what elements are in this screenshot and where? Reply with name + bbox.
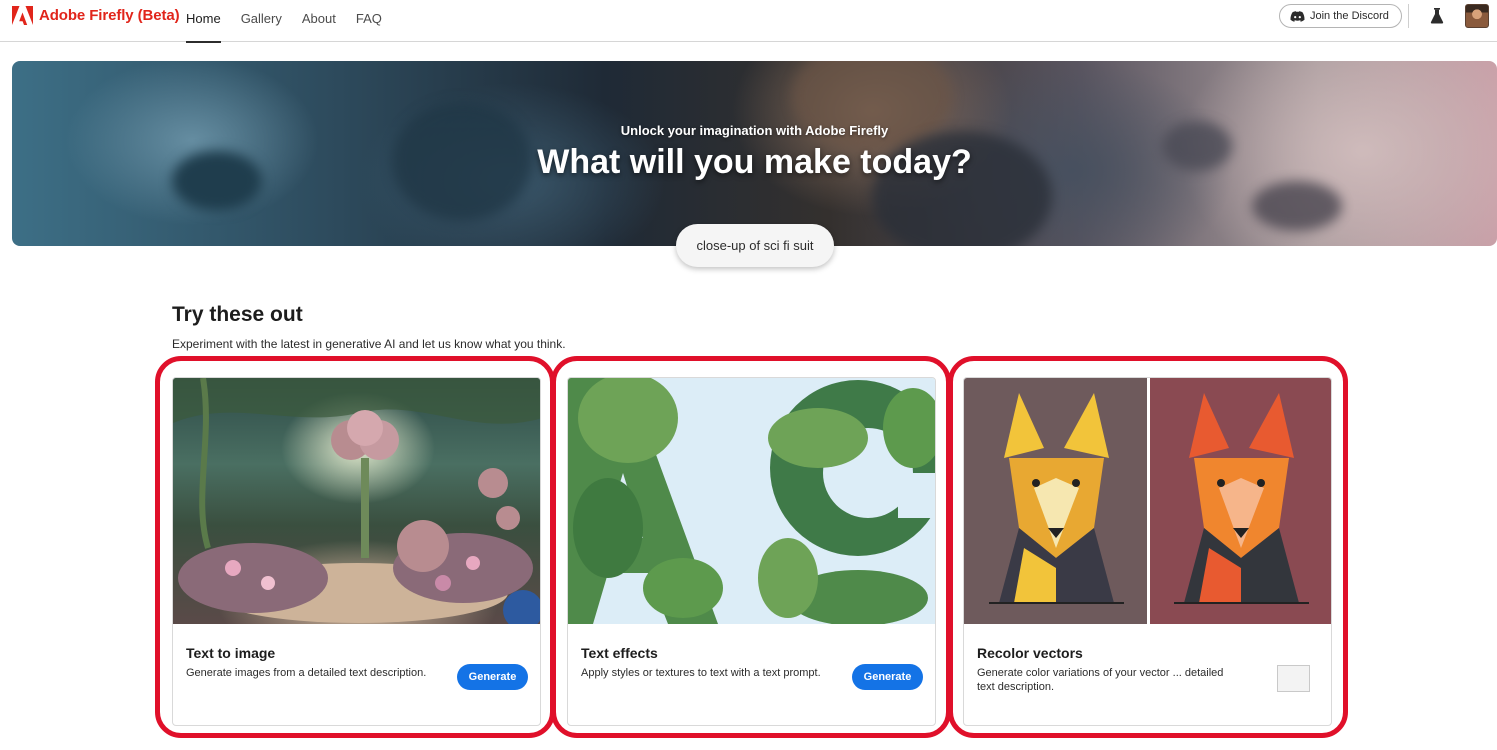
nav-links: Home Gallery About FAQ: [186, 0, 402, 43]
card-image-garden: [173, 378, 540, 624]
discord-label: Join the Discord: [1310, 10, 1389, 22]
dog-vector-illustration: [989, 378, 1309, 624]
leafy-letters-illustration: [568, 378, 935, 624]
card-description: Apply styles or textures to text with a …: [581, 667, 821, 679]
section-title: Try these out: [172, 303, 303, 326]
hero-subtitle: Unlock your imagination with Adobe Firef…: [620, 123, 889, 138]
garden-illustration: [173, 378, 540, 624]
card-title: Text to image: [186, 645, 276, 661]
adobe-logo-icon: [12, 6, 33, 25]
card-image-leaves: [568, 378, 935, 624]
card-title: Text effects: [581, 645, 658, 661]
card-title: Recolor vectors: [977, 645, 1083, 661]
card-description: Generate images from a detailed text des…: [186, 667, 427, 679]
nav-home[interactable]: Home: [186, 0, 221, 43]
avatar[interactable]: [1465, 4, 1489, 28]
nav-divider: [1408, 4, 1409, 28]
brand[interactable]: Adobe Firefly (Beta): [12, 6, 180, 25]
card-text-effects[interactable]: Text effects Apply styles or textures to…: [567, 377, 936, 726]
hero-art: [1252, 181, 1342, 231]
preview-thumbnail: [1277, 665, 1310, 692]
top-nav: Adobe Firefly (Beta) Home Gallery About …: [0, 0, 1497, 43]
nav-gallery[interactable]: Gallery: [241, 0, 282, 42]
card-description: Generate color variations of your vector…: [977, 667, 1224, 693]
card-image-dogs: [964, 378, 1331, 624]
beaker-icon[interactable]: [1430, 8, 1444, 24]
discord-icon: [1290, 10, 1305, 22]
brand-name: Adobe Firefly (Beta): [39, 7, 180, 24]
join-discord-button[interactable]: Join the Discord: [1279, 4, 1402, 28]
generate-button[interactable]: Generate: [457, 664, 528, 690]
card-text-to-image[interactable]: Text to image Generate images from a det…: [172, 377, 541, 726]
hero-banner: Unlock your imagination with Adobe Firef…: [12, 61, 1497, 246]
nav-faq[interactable]: FAQ: [356, 0, 382, 42]
hero-prompt-chip[interactable]: close-up of sci fi suit: [676, 224, 834, 267]
hero-title: What will you make today?: [537, 143, 972, 181]
nav-about[interactable]: About: [302, 0, 336, 42]
generate-button[interactable]: Generate: [852, 664, 923, 690]
card-recolor-vectors[interactable]: Recolor vectors Generate color variation…: [963, 377, 1332, 726]
section-description: Experiment with the latest in generative…: [172, 337, 566, 351]
